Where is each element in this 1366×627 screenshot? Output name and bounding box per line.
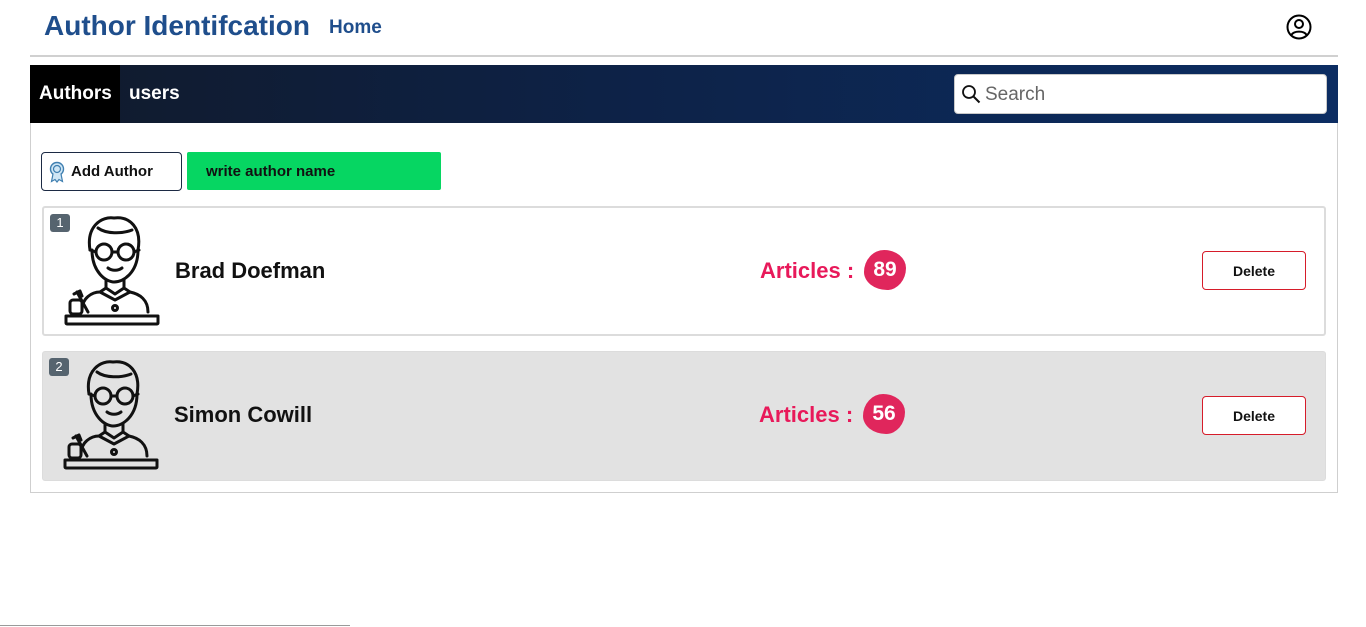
add-author-button[interactable]: Add Author: [41, 152, 182, 191]
articles-count-badge: 56: [863, 394, 905, 434]
author-name: Simon Cowill: [174, 402, 313, 427]
tab-authors[interactable]: Authors: [30, 65, 120, 123]
author-card: 1 Brad Doefman Articles: 89 Delete: [42, 206, 1326, 336]
bottom-divider: [0, 625, 350, 626]
author-name: Brad Doefman: [175, 258, 326, 283]
author-avatar-icon: [63, 360, 159, 470]
author-avatar-icon: [64, 216, 160, 326]
articles-count-badge: 89: [864, 250, 906, 290]
add-author-label: Add Author: [71, 163, 153, 180]
user-circle-icon[interactable]: [1286, 14, 1312, 40]
author-name-input[interactable]: [187, 152, 441, 190]
delete-button[interactable]: Delete: [1202, 396, 1306, 435]
articles-label: Articles :: [759, 402, 854, 427]
header-divider: [30, 55, 1338, 57]
top-bar: Author Identifcation Home: [0, 0, 1366, 56]
search-icon: [962, 85, 981, 104]
award-icon: [49, 161, 65, 183]
home-link[interactable]: Home: [329, 17, 382, 39]
search-input[interactable]: [983, 77, 1322, 113]
delete-button[interactable]: Delete: [1202, 251, 1306, 290]
tab-users[interactable]: users: [120, 65, 189, 123]
author-card: 2 Simon Cowill Articles: 56 Delete: [42, 351, 1326, 481]
authors-panel: Add Author 1: [30, 123, 1338, 493]
search-box[interactable]: [954, 74, 1327, 114]
articles-label: Articles :: [760, 258, 855, 283]
app-title: Author Identifcation: [44, 10, 310, 41]
nav-bar: Authors users: [30, 65, 1338, 123]
